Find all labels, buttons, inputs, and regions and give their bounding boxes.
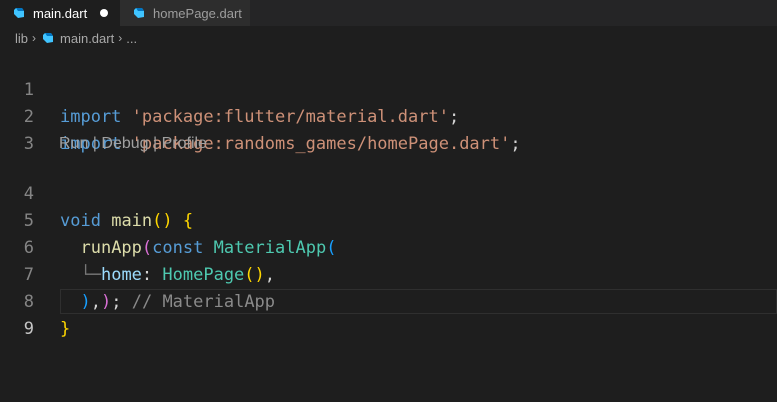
breadcrumb-more[interactable]: ... bbox=[126, 31, 137, 46]
code-line[interactable]: 6 └─home: HomePage(), bbox=[0, 208, 777, 285]
chevron-right-icon: › bbox=[32, 31, 37, 45]
unsaved-changes-dot-icon[interactable] bbox=[100, 9, 108, 17]
tab-bar: main.dart homePage.dart bbox=[0, 0, 777, 26]
line-number: 9 bbox=[23, 319, 34, 339]
current-code-line[interactable]: 9 bbox=[0, 289, 777, 339]
code-line[interactable]: 3 bbox=[0, 104, 777, 154]
breadcrumb: lib › main.dart › ... bbox=[0, 26, 777, 50]
breadcrumb-folder[interactable]: lib bbox=[15, 31, 28, 46]
tab-main-dart[interactable]: main.dart bbox=[0, 0, 120, 26]
code-line[interactable]: 5 runApp(const MaterialApp( bbox=[0, 181, 777, 258]
breadcrumb-file[interactable]: main.dart bbox=[60, 31, 114, 46]
chevron-right-icon: › bbox=[118, 31, 123, 45]
code-line[interactable]: 4 void main() { bbox=[0, 154, 777, 231]
dart-file-icon bbox=[134, 8, 144, 18]
dart-file-icon bbox=[14, 8, 24, 18]
tab-label: homePage.dart bbox=[153, 5, 242, 21]
tab-label: main.dart bbox=[33, 5, 88, 21]
code-line[interactable]: 8 } bbox=[0, 262, 777, 339]
token-bracket: } bbox=[60, 319, 71, 339]
current-line-highlight bbox=[60, 289, 777, 314]
code-line[interactable]: 2 import 'package:randoms_games/homePage… bbox=[0, 77, 777, 154]
dart-file-icon bbox=[43, 33, 54, 43]
code-line[interactable]: 7 ),); // MaterialApp bbox=[0, 235, 777, 312]
code-line[interactable]: 1 import 'package:flutter/material.dart'… bbox=[0, 50, 777, 127]
codelens[interactable]: Run | Debug | Profile bbox=[59, 133, 207, 155]
token-punct: ; bbox=[510, 134, 521, 154]
tab-homepage-dart[interactable]: homePage.dart bbox=[120, 0, 250, 26]
code-editor[interactable]: 1 import 'package:flutter/material.dart'… bbox=[0, 50, 777, 402]
